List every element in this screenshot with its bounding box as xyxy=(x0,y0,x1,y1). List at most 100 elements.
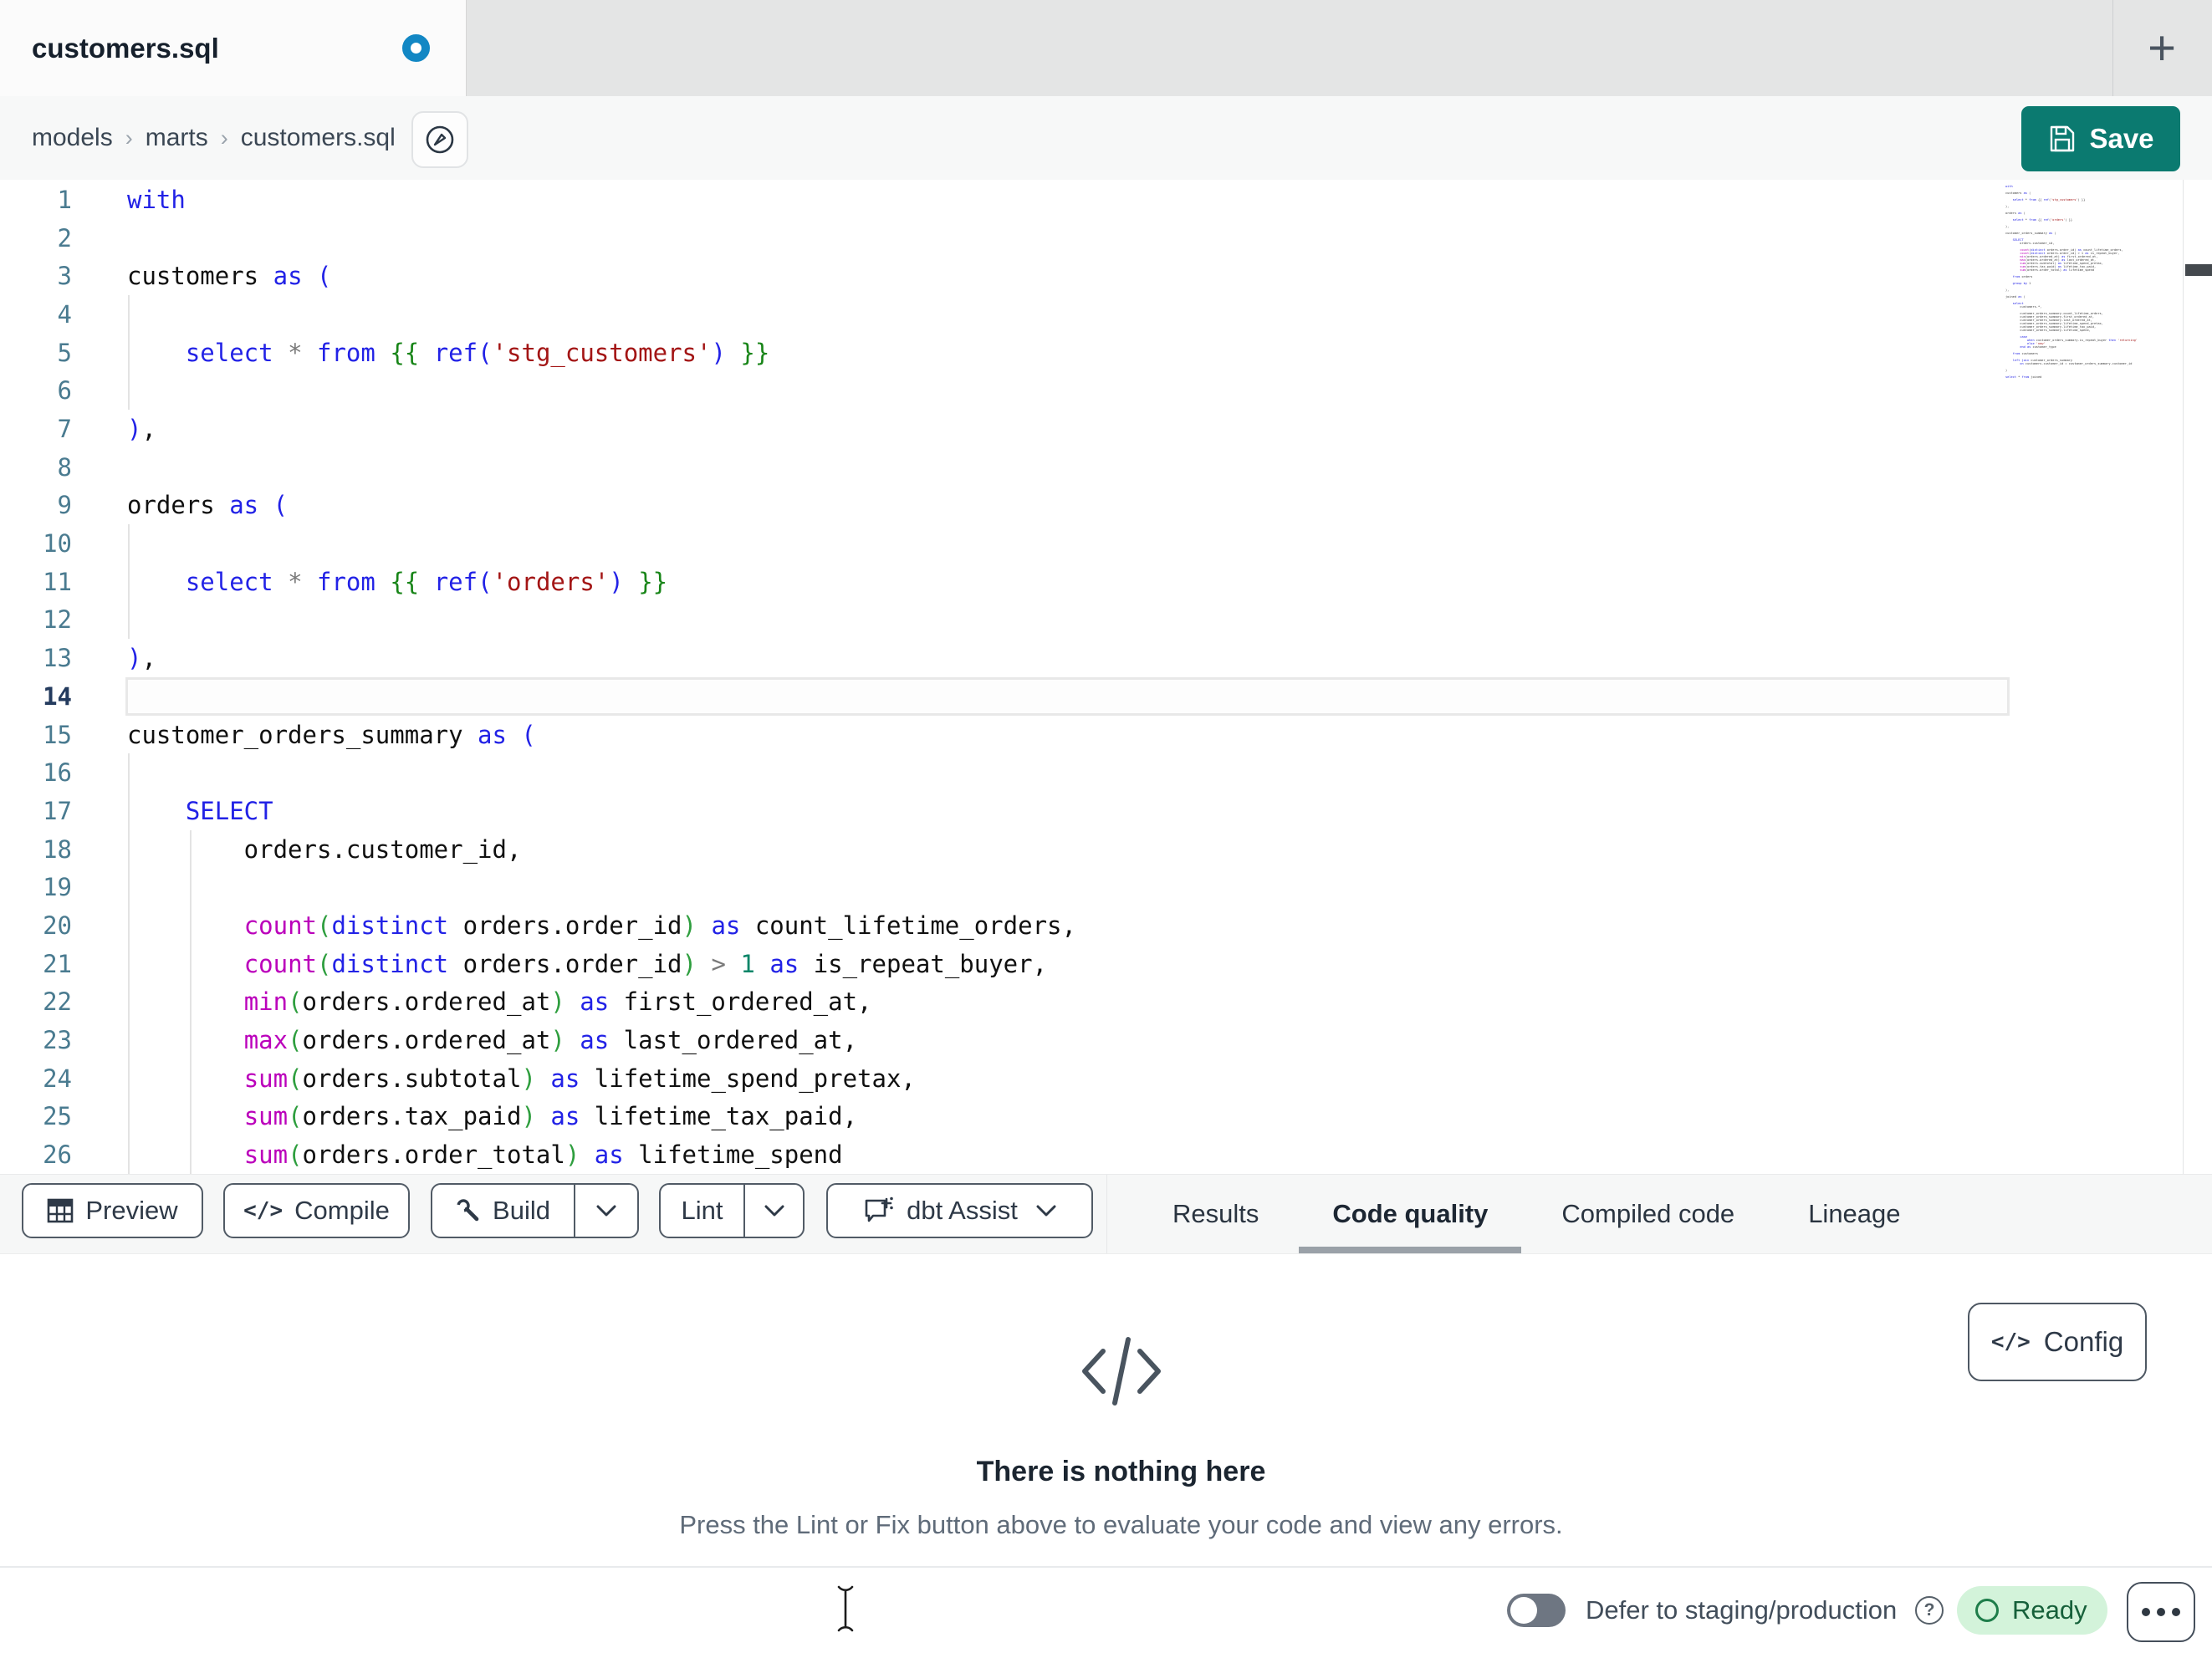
build-label: Build xyxy=(493,1196,550,1225)
breadcrumb-item[interactable]: customers.sql xyxy=(241,124,396,152)
code-line[interactable]: 1 with xyxy=(0,181,2212,219)
code-line[interactable]: 6 xyxy=(0,371,2212,410)
indent-guide xyxy=(190,829,192,1174)
chevron-down-icon xyxy=(764,1205,784,1217)
line-number: 14 xyxy=(43,681,72,711)
tabbar-divider xyxy=(2112,0,2113,96)
line-number: 1 xyxy=(57,186,72,214)
defer-toggle[interactable] xyxy=(1507,1594,1566,1627)
code-line[interactable]: 3 customers as ( xyxy=(0,257,2212,295)
code-line[interactable]: 19 xyxy=(0,868,2212,906)
code-line[interactable]: 8 xyxy=(0,448,2212,487)
breadcrumb-item[interactable]: marts xyxy=(146,124,208,152)
breadcrumb-separator: › xyxy=(125,125,133,151)
unsaved-changes-dot-icon xyxy=(402,34,430,62)
lint-dropdown-button[interactable] xyxy=(745,1185,803,1237)
more-options-button[interactable] xyxy=(2127,1582,2195,1642)
text-cursor-pointer xyxy=(837,1585,854,1632)
dbt-assist-button[interactable]: dbt Assist xyxy=(826,1183,1093,1238)
code-brackets-icon xyxy=(30,1331,2212,1416)
line-number: 7 xyxy=(57,415,72,444)
code-line[interactable]: 12 xyxy=(0,600,2212,639)
line-number: 2 xyxy=(57,223,72,253)
line-number: 4 xyxy=(57,300,72,329)
output-tabs: Results Code quality Compiled code Lineage xyxy=(1172,1175,1901,1253)
dot-icon xyxy=(2172,1608,2180,1616)
code-line[interactable]: 11 select * from {{ ref('orders') }} xyxy=(0,563,2212,601)
line-number: 20 xyxy=(43,911,72,940)
file-path-bar: models › marts › customers.sql Save xyxy=(0,96,2212,181)
line-number: 17 xyxy=(43,796,72,825)
line-number: 16 xyxy=(43,758,72,788)
compile-label: Compile xyxy=(294,1196,390,1225)
dot-icon xyxy=(2142,1608,2150,1616)
code-line[interactable]: 23 max(orders.ordered_at) as last_ordere… xyxy=(0,1021,2212,1059)
wrench-icon xyxy=(457,1199,479,1222)
code-line[interactable]: 10 xyxy=(0,524,2212,563)
build-dropdown-button[interactable] xyxy=(575,1185,637,1237)
code-line[interactable]: 13), xyxy=(0,639,2212,677)
code-line[interactable]: 9 orders as ( xyxy=(0,486,2212,524)
toggle-knob xyxy=(1510,1597,1537,1624)
status-bar: Defer to staging/production ? Ready xyxy=(0,1566,2212,1653)
line-number: 11 xyxy=(43,567,72,596)
tab-title: customers.sql xyxy=(32,32,219,64)
editor-minimap[interactable]: with customers as ( select * from {{ ref… xyxy=(2005,185,2179,379)
code-line[interactable]: 17 SELECT xyxy=(0,792,2212,830)
code-line[interactable]: 21 count(distinct orders.order_id) > 1 a… xyxy=(0,945,2212,983)
code-line[interactable]: 15 customer_orders_summary as ( xyxy=(0,716,2212,754)
jinja-compass-button[interactable] xyxy=(411,111,468,168)
build-button[interactable]: Build xyxy=(432,1185,574,1237)
dot-icon xyxy=(2157,1608,2165,1616)
preview-label: Preview xyxy=(85,1196,178,1225)
line-number: 26 xyxy=(43,1140,72,1169)
compass-icon xyxy=(426,125,454,154)
output-tab-results[interactable]: Results xyxy=(1172,1199,1259,1229)
save-label: Save xyxy=(2089,123,2154,154)
line-number: 18 xyxy=(43,834,72,864)
code-line[interactable]: 14 xyxy=(0,676,2212,716)
empty-state: There is nothing here Press the Lint or … xyxy=(30,1254,2212,1540)
code-line[interactable]: 26 sum(orders.order_total) as lifetime_s… xyxy=(0,1135,2212,1174)
assist-chat-sparkle-icon xyxy=(865,1196,893,1222)
plus-icon: + xyxy=(2148,21,2176,75)
output-tab-code-quality[interactable]: Code quality xyxy=(1332,1199,1488,1229)
code-line[interactable]: 25 sum(orders.tax_paid) as lifetime_tax_… xyxy=(0,1097,2212,1135)
code-line[interactable]: 7), xyxy=(0,410,2212,448)
lint-button[interactable]: Lint xyxy=(661,1185,743,1237)
breadcrumb-item[interactable]: models xyxy=(32,124,113,152)
compile-button[interactable]: </> Compile xyxy=(223,1183,410,1238)
line-number: 6 xyxy=(57,376,72,406)
preview-button[interactable]: Preview xyxy=(22,1183,203,1238)
chevron-down-icon xyxy=(596,1205,616,1217)
new-tab-button[interactable]: + xyxy=(2124,15,2199,82)
build-split-button: Build xyxy=(431,1183,639,1238)
output-tab-compiled-code[interactable]: Compiled code xyxy=(1561,1199,1734,1229)
code-editor[interactable]: 1 with 2 3 customers as ( 4 5 select * from {{… xyxy=(0,180,2212,1174)
code-line[interactable]: 18 orders.customer_id, xyxy=(0,830,2212,869)
line-number: 5 xyxy=(57,338,72,367)
help-icon[interactable]: ? xyxy=(1915,1596,1944,1625)
code-line[interactable]: 16 xyxy=(0,753,2212,792)
code-line[interactable]: 22 min(orders.ordered_at) as first_order… xyxy=(0,982,2212,1021)
line-number: 9 xyxy=(57,491,72,520)
code-line[interactable]: 2 xyxy=(0,219,2212,258)
code-icon: </> xyxy=(243,1198,284,1223)
code-line[interactable]: 20 count(distinct orders.order_id) as co… xyxy=(0,906,2212,945)
empty-state-subtitle: Press the Lint or Fix button above to ev… xyxy=(679,1510,1563,1539)
line-number: 25 xyxy=(43,1102,72,1131)
table-icon xyxy=(48,1198,74,1223)
save-button[interactable]: Save xyxy=(2021,106,2180,171)
breadcrumb: models › marts › customers.sql xyxy=(32,96,396,180)
output-tab-lineage[interactable]: Lineage xyxy=(1808,1199,1900,1229)
line-number: 24 xyxy=(43,1064,72,1093)
scrollbar-thumb[interactable] xyxy=(2185,264,2212,276)
code-line[interactable]: 4 xyxy=(0,295,2212,334)
code-line[interactable]: 5 select * from {{ ref('stg_customers') … xyxy=(0,334,2212,372)
line-number: 13 xyxy=(43,644,72,673)
lint-split-button: Lint xyxy=(659,1183,805,1238)
breadcrumb-separator: › xyxy=(220,125,228,151)
line-number: 8 xyxy=(57,452,72,482)
code-line[interactable]: 24 sum(orders.subtotal) as lifetime_spen… xyxy=(0,1059,2212,1098)
tab-customers-sql[interactable]: customers.sql xyxy=(0,0,467,96)
